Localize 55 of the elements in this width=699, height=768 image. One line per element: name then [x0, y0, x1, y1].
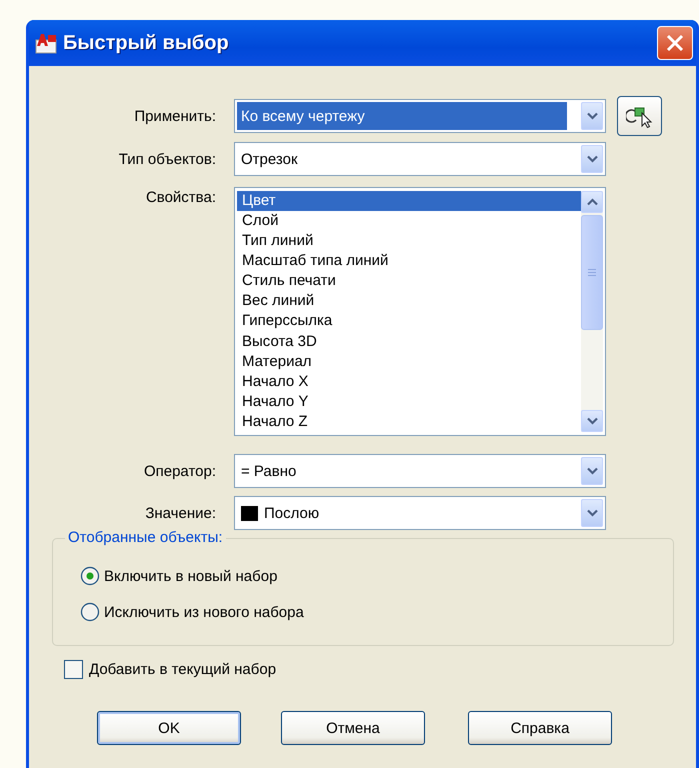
dropdown-value: = Равно [241, 462, 296, 480]
list-item[interactable]: Начало Y [237, 392, 581, 412]
dropdown-arrow-button[interactable] [581, 102, 603, 130]
list-item[interactable]: Слой [237, 211, 581, 232]
chevron-down-icon [586, 417, 598, 425]
app-icon [35, 32, 57, 54]
field-label: Значение: [144, 504, 216, 522]
scroll-thumb[interactable] [581, 215, 603, 330]
checkbox-label[interactable]: Добавить в текущий набор [89, 660, 276, 678]
dialog-button[interactable]: Справка [468, 711, 612, 745]
dropdown-arrow-button[interactable] [581, 457, 603, 485]
dialog-button[interactable]: Отмена [281, 711, 425, 745]
close-icon [665, 33, 685, 53]
list-item[interactable]: Тип линий [237, 231, 581, 252]
field-label: Применить: [133, 108, 216, 124]
dropdown-arrow-button[interactable] [581, 145, 603, 173]
group-title: Отобранные объекты: [65, 529, 226, 546]
dropdown-field[interactable]: Ко всему чертежу [234, 99, 606, 133]
window-title: Быстрый выбор [63, 32, 230, 54]
list-item[interactable]: Начало X [237, 372, 581, 392]
dropdown-arrow-button[interactable] [581, 499, 603, 527]
field-label: Тип объектов: [118, 150, 216, 168]
close-button[interactable] [657, 26, 693, 60]
chevron-down-icon [586, 155, 598, 163]
list-item[interactable]: Материал [237, 352, 581, 372]
color-swatch-icon [241, 506, 258, 520]
chevron-down-icon [586, 509, 598, 517]
dropdown-field[interactable]: Отрезок [234, 142, 606, 176]
scroll-down-button[interactable] [581, 410, 603, 432]
list-item[interactable]: Высота 3D [237, 332, 581, 352]
dialog-button[interactable]: OK [97, 711, 241, 745]
list-item[interactable]: Масштаб типа линий [237, 251, 581, 272]
radio-label[interactable]: Исключить из нового набора [104, 604, 304, 620]
field-label: Оператор: [142, 462, 216, 480]
dropdown-value: Отрезок [241, 150, 298, 168]
dropdown-value: Послою [264, 504, 320, 522]
chevron-up-icon [586, 198, 598, 206]
list-item[interactable]: Цвет [237, 191, 581, 212]
list-item[interactable]: Гиперссылка [237, 311, 581, 332]
scrollbar[interactable] [581, 191, 603, 432]
list-item[interactable]: Стиль печати [237, 271, 581, 292]
select-objects-button[interactable] [617, 96, 662, 136]
radio-label[interactable]: Включить в новый набор [104, 568, 278, 584]
list-item[interactable]: Начало Z [237, 412, 581, 432]
dropdown-field[interactable]: = Равно [234, 454, 606, 488]
chevron-down-icon [586, 112, 598, 120]
list-item[interactable]: Вес линий [237, 291, 581, 312]
checkbox[interactable] [64, 660, 83, 678]
scroll-up-button[interactable] [581, 191, 603, 213]
radio-button[interactable] [80, 602, 100, 622]
dropdown-field[interactable]: Послою [234, 496, 606, 530]
radio-button[interactable] [80, 566, 100, 586]
dropdown-value: Ко всему чертежу [241, 108, 365, 124]
chevron-down-icon [586, 467, 598, 475]
field-label: Свойства: [144, 188, 216, 206]
